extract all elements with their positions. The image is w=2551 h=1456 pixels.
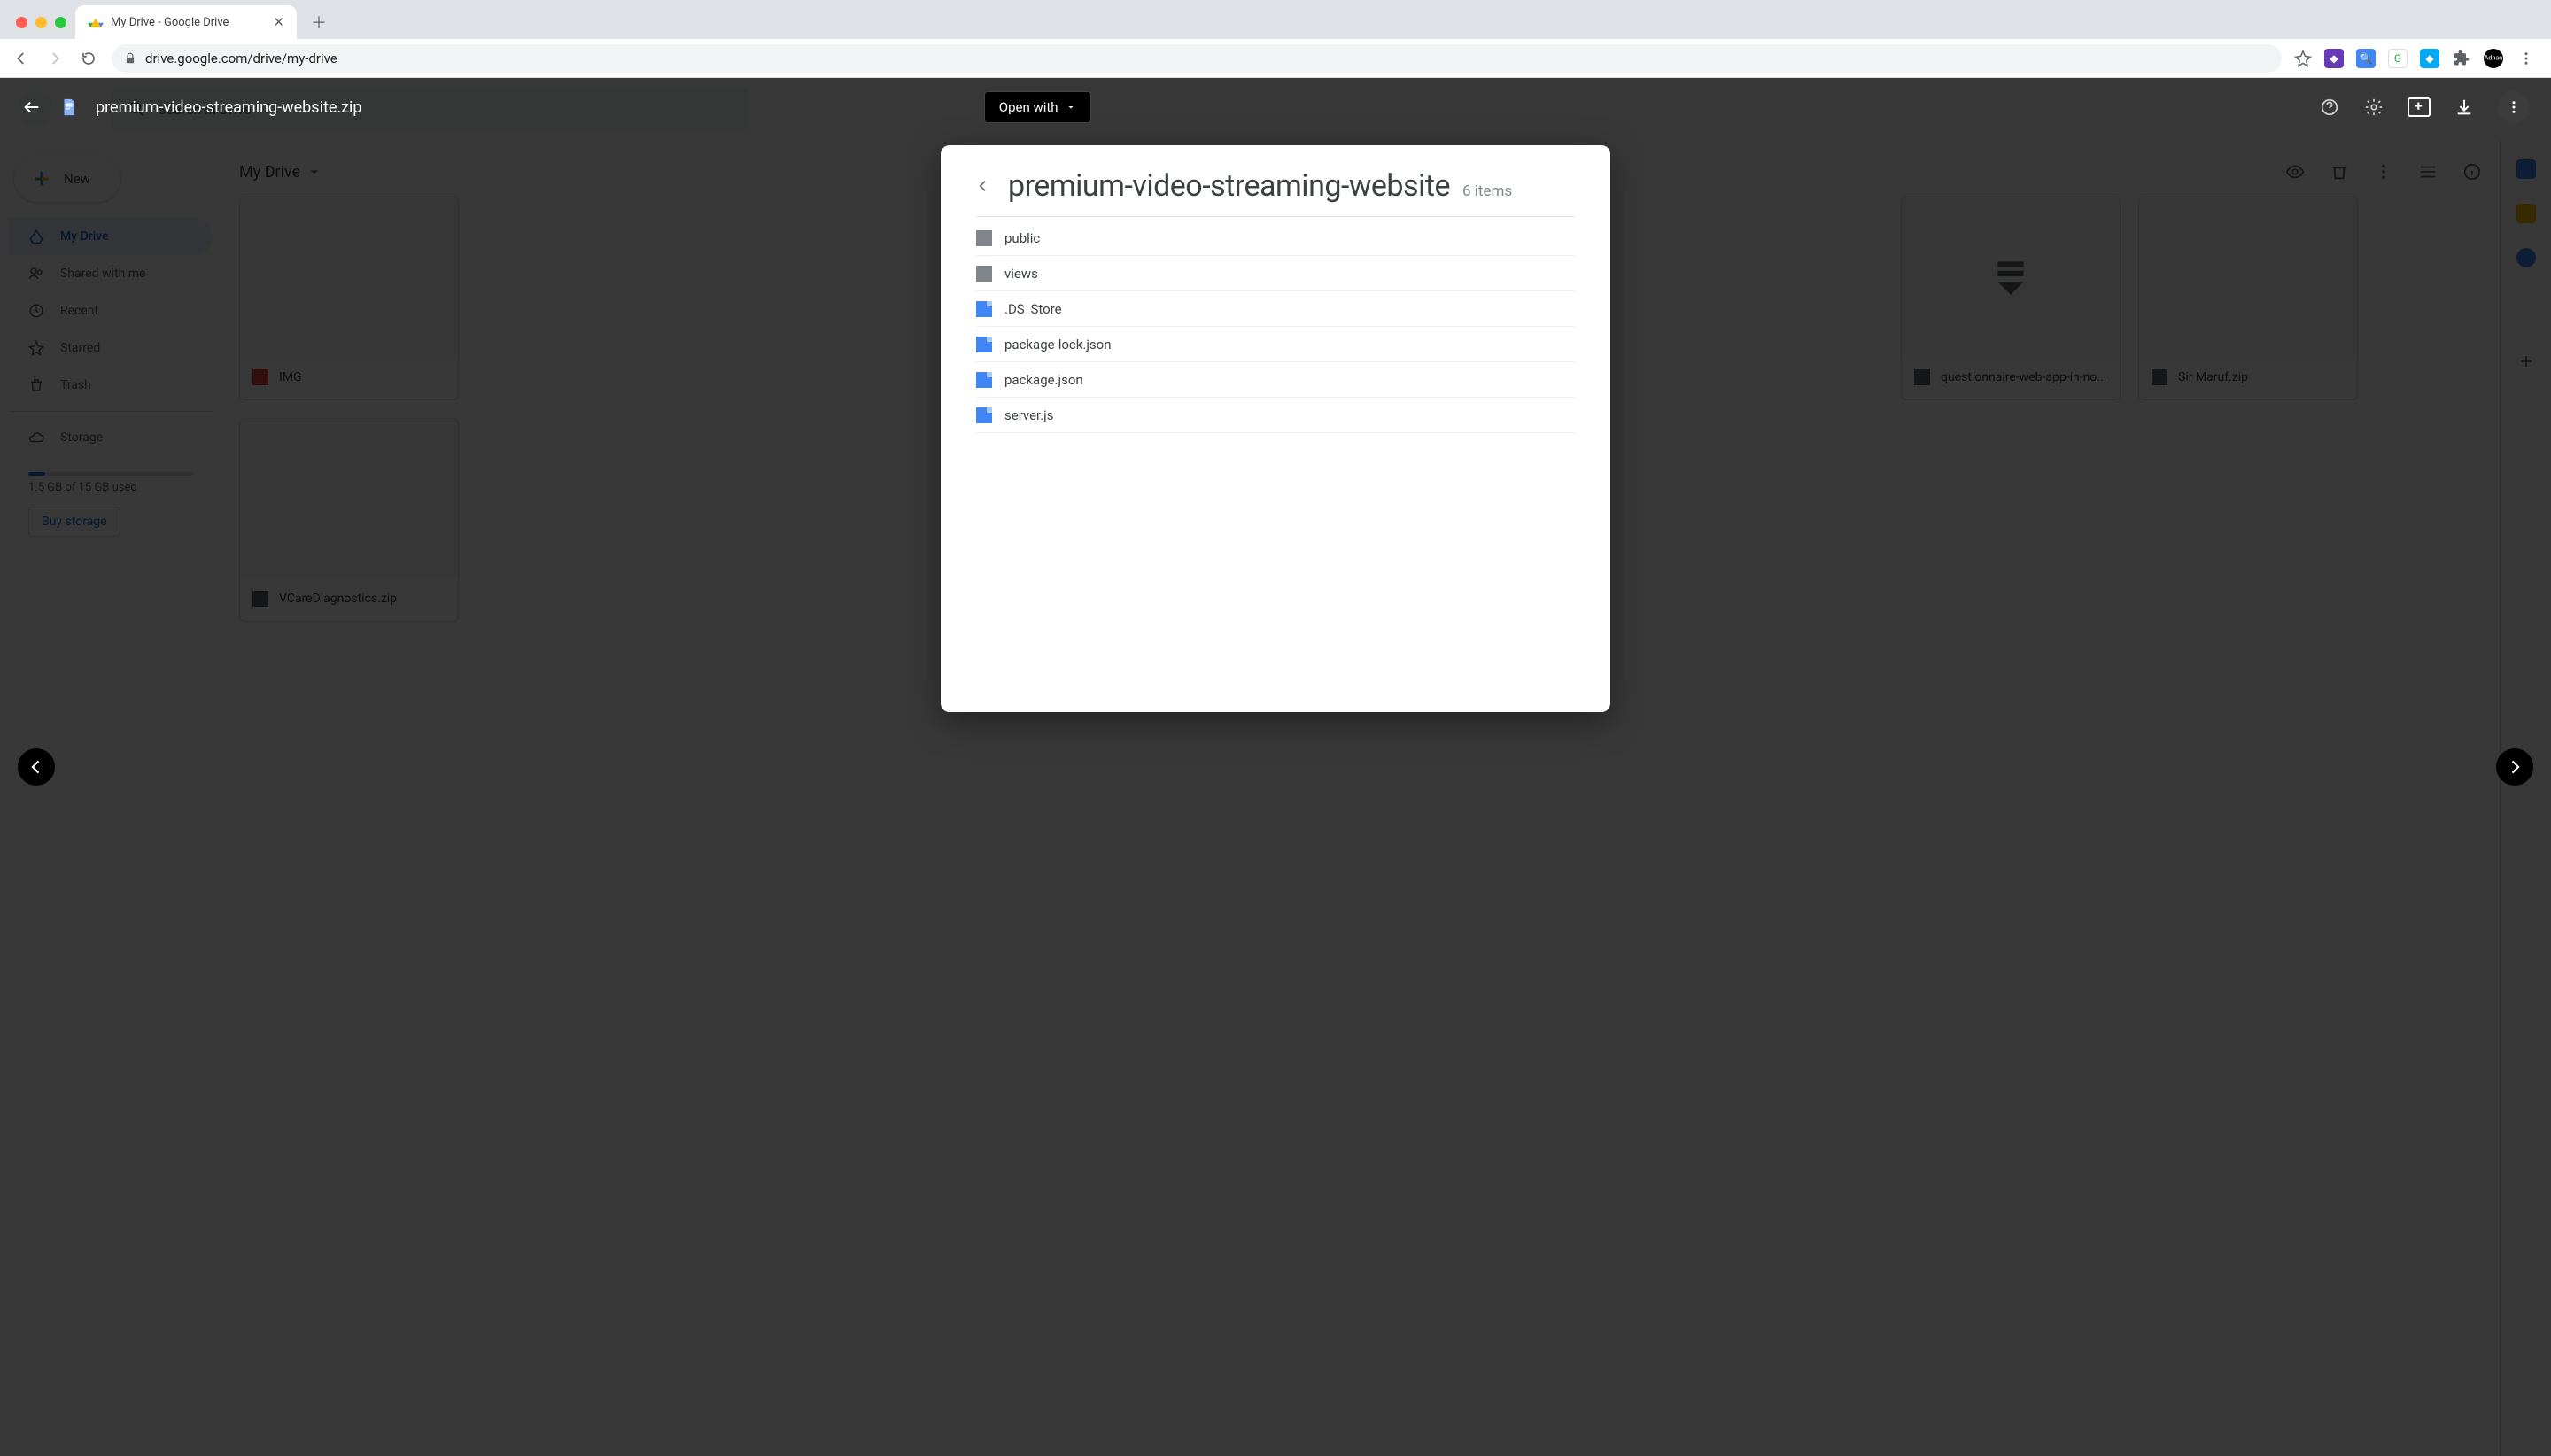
tab-bar: My Drive - Google Drive ✕ ＋ [0,0,2551,39]
file-icon [976,337,992,352]
zip-entry-name: public [1004,230,1040,246]
download-icon[interactable] [2454,97,2475,118]
extensions-puzzle-icon[interactable] [2452,49,2471,68]
chevron-down-icon [1066,102,1076,112]
zip-entry-name: views [1004,266,1038,282]
zip-entry[interactable]: .DS_Store [976,291,1575,327]
zip-entry-name: package.json [1004,372,1083,388]
folder-icon [976,230,992,246]
extension-icon-3[interactable]: G [2388,49,2408,68]
folder-icon [976,266,992,282]
more-actions-button[interactable] [2498,91,2530,123]
zip-preview-modal: premium-video-streaming-website 6 items … [941,145,1610,712]
drive-favicon-icon [88,14,104,30]
file-icon [976,301,992,317]
browser-menu-icon[interactable] [2516,48,2537,69]
window-controls [9,17,75,39]
zip-entry[interactable]: public [976,221,1575,256]
viewer-back-button[interactable] [21,97,43,118]
nav-forward-button[interactable] [44,48,66,69]
file-icon [976,372,992,388]
zip-entry-name: server.js [1004,407,1054,423]
modal-back-button[interactable] [976,179,996,193]
file-icon [976,407,992,423]
zip-file-list: public views .DS_Store package-lock.json pac… [976,221,1575,433]
window-minimize[interactable] [35,17,47,28]
address-bar: drive.google.com/drive/my-drive ◆ 🔍 G ◆ … [0,39,2551,78]
bookmark-star-icon[interactable] [2294,50,2312,67]
url-text: drive.google.com/drive/my-drive [145,50,337,66]
zip-entry[interactable]: server.js [976,398,1575,433]
add-comment-icon[interactable]: + [2408,97,2431,117]
nav-back-button[interactable] [11,48,32,69]
browser-chrome: My Drive - Google Drive ✕ ＋ drive.google… [0,0,2551,78]
profile-avatar[interactable]: Adnan [2484,49,2503,68]
open-with-button[interactable]: Open with [984,91,1091,123]
extension-icon-2[interactable]: 🔍 [2356,49,2376,68]
tab-title: My Drive - Google Drive [111,16,229,29]
file-type-icon [58,97,80,118]
viewer-toolbar: premium-video-streaming-website.zip Open… [0,78,2551,136]
zip-entry-name: package-lock.json [1004,337,1112,352]
viewer-filename: premium-video-streaming-website.zip [96,98,362,117]
browser-tab[interactable]: My Drive - Google Drive ✕ [75,5,297,39]
page: Search in Drive New My Drive Shared with… [0,78,2551,1456]
next-file-button[interactable] [2496,748,2533,786]
settings-icon[interactable] [2363,97,2384,118]
zip-entry[interactable]: package-lock.json [976,327,1575,362]
nav-reload-button[interactable] [78,48,99,69]
window-close[interactable] [16,17,27,28]
zip-entry-name: .DS_Store [1004,301,1062,317]
prev-file-button[interactable] [18,748,55,786]
tab-close-icon[interactable]: ✕ [273,14,284,30]
window-maximize[interactable] [55,17,66,28]
modal-header: premium-video-streaming-website 6 items [976,168,1575,217]
help-icon[interactable] [2319,97,2340,118]
modal-item-count: 6 items [1462,182,1512,200]
extension-icon-1[interactable]: ◆ [2324,49,2344,68]
zip-entry[interactable]: package.json [976,362,1575,398]
modal-title: premium-video-streaming-website [1008,168,1450,204]
new-tab-button[interactable]: ＋ [306,9,332,35]
https-lock-icon [124,52,136,65]
open-with-label: Open with [999,99,1058,115]
zip-entry[interactable]: views [976,256,1575,291]
url-field[interactable]: drive.google.com/drive/my-drive [112,44,2282,73]
extension-icon-4[interactable]: ◆ [2420,49,2439,68]
extensions: ◆ 🔍 G ◆ Adnan [2324,48,2540,69]
